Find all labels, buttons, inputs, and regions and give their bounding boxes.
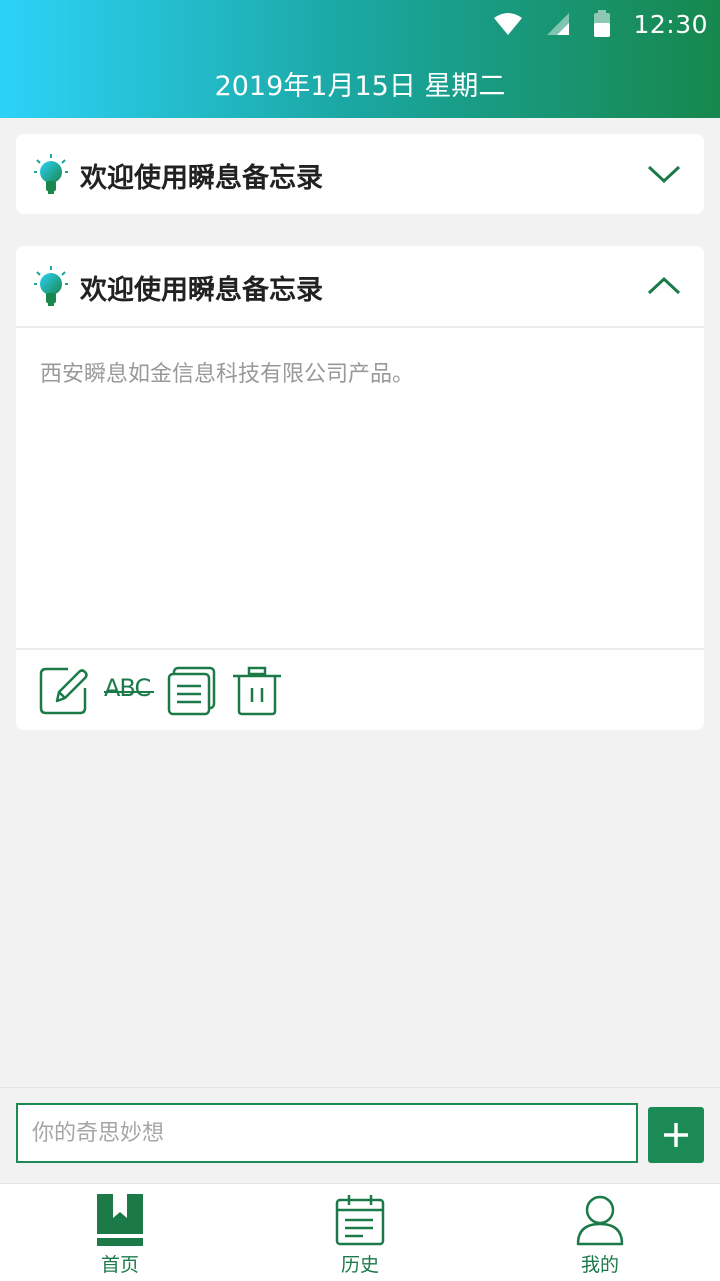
memo-content: 西安瞬息如金信息科技有限公司产品。 [16, 328, 704, 648]
add-button[interactable] [648, 1107, 704, 1163]
wifi-icon [494, 13, 523, 35]
tab-profile[interactable]: 我的 [480, 1184, 720, 1281]
chevron-down-icon[interactable] [646, 156, 682, 192]
header-date: 2019年1月15日 星期二 [214, 71, 506, 102]
status-icons: 12:30 [493, 8, 708, 40]
lightbulb-icon [34, 154, 68, 194]
bottom-tab-bar: 首页 历史 我的 [0, 1183, 720, 1281]
calendar-icon [335, 1195, 385, 1246]
user-icon [576, 1195, 624, 1246]
memo-card-header[interactable]: 欢迎使用瞬息备忘录 [16, 246, 704, 326]
strikethrough-label: ABC [104, 674, 151, 702]
signal-icon [547, 13, 570, 35]
plus-icon [664, 1123, 688, 1147]
memo-content-text: 西安瞬息如金信息科技有限公司产品。 [40, 362, 415, 387]
status-bar: 12:30 [0, 0, 720, 48]
tab-label: 首页 [100, 1254, 139, 1276]
lightbulb-icon [34, 266, 68, 306]
app-header: 12:30 2019年1月15日 星期二 [0, 0, 720, 118]
memo-card-header[interactable]: 欢迎使用瞬息备忘录 [16, 134, 704, 214]
new-memo-bar [0, 1087, 720, 1184]
strikethrough-icon[interactable]: ABC [104, 666, 156, 716]
memo-card-expanded: 欢迎使用瞬息备忘录 西安瞬息如金信息科技有限公司产品。 ABC [16, 246, 704, 730]
tab-label: 历史 [340, 1254, 379, 1276]
chevron-up-icon[interactable] [646, 268, 682, 304]
status-time: 12:30 [633, 9, 708, 39]
tab-label: 我的 [580, 1254, 619, 1276]
tab-history[interactable]: 历史 [240, 1184, 480, 1281]
new-memo-input[interactable] [16, 1103, 638, 1163]
bookmark-icon [97, 1194, 143, 1246]
memo-title: 欢迎使用瞬息备忘录 [80, 163, 323, 194]
memo-card-collapsed[interactable]: 欢迎使用瞬息备忘录 [16, 134, 704, 214]
edit-icon[interactable] [38, 666, 90, 716]
memo-actions: ABC [16, 650, 704, 730]
memo-title: 欢迎使用瞬息备忘录 [80, 275, 323, 306]
trash-icon[interactable] [232, 666, 282, 716]
tab-home[interactable]: 首页 [0, 1184, 240, 1281]
copy-icon[interactable] [166, 666, 218, 716]
battery-icon [594, 10, 611, 37]
